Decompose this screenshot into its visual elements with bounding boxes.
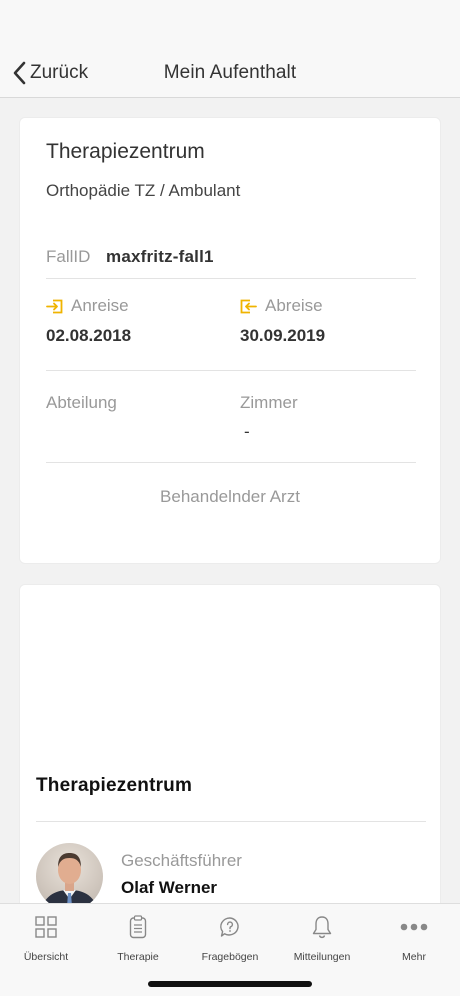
arrival-label-text: Anreise: [71, 296, 129, 315]
tab-therapy-label: Therapie: [117, 951, 159, 963]
page-title: Mein Aufenthalt: [163, 62, 297, 83]
departure-date: 30.09.2019: [240, 326, 326, 345]
avatar: [36, 843, 103, 910]
tab-overview[interactable]: Übersicht: [0, 914, 92, 963]
department-label: Abteilung: [46, 393, 117, 412]
status-bar-area: [0, 0, 460, 48]
stay-details-card: Therapiezentrum Orthopädie TZ / Ambulant…: [19, 117, 441, 564]
fall-id-value: maxfritz-fall1: [106, 247, 214, 266]
arrival-label: Anreise: [46, 296, 129, 316]
navigation-bar: Zurück Mein Aufenthalt: [0, 48, 460, 98]
room-value: -: [244, 422, 250, 441]
bell-icon: [312, 916, 332, 939]
treating-doctor-label: Behandelnder Arzt: [160, 487, 300, 506]
grid-icon: [35, 916, 57, 938]
tab-questionnaires-label: Fragebögen: [201, 951, 259, 963]
person-role: Geschäftsführer: [121, 851, 242, 870]
question-bubble-icon: [220, 917, 239, 937]
divider: [46, 370, 416, 371]
tab-messages[interactable]: Mitteilungen: [276, 914, 368, 963]
departure-label: Abreise: [240, 296, 323, 316]
arrival-icon: [46, 299, 63, 313]
facility-card: Therapiezentrum Geschäftsführer Olaf Wer…: [19, 584, 441, 914]
tab-more[interactable]: Mehr: [368, 914, 460, 963]
facility-title: Therapiezentrum: [36, 775, 193, 796]
more-dots-icon: [400, 923, 428, 931]
tab-overview-label: Übersicht: [23, 951, 69, 963]
divider: [36, 821, 426, 822]
divider: [46, 278, 416, 279]
arrival-date: 02.08.2018: [46, 326, 132, 345]
departure-icon: [240, 299, 257, 313]
stay-title: Therapiezentrum: [46, 140, 205, 163]
tab-therapy[interactable]: Therapie: [92, 914, 184, 963]
departure-label-text: Abreise: [265, 296, 323, 315]
tab-more-label: Mehr: [402, 951, 426, 963]
divider: [46, 462, 416, 463]
person-name: Olaf Werner: [121, 878, 218, 897]
home-indicator: [148, 981, 312, 987]
tab-questionnaires[interactable]: Fragebögen: [184, 914, 276, 963]
room-label: Zimmer: [240, 393, 298, 412]
clipboard-icon: [129, 915, 147, 939]
fall-id-label: FallID: [46, 247, 91, 266]
tab-messages-label: Mitteilungen: [293, 951, 351, 963]
stay-subtitle: Orthopädie TZ / Ambulant: [46, 181, 241, 200]
